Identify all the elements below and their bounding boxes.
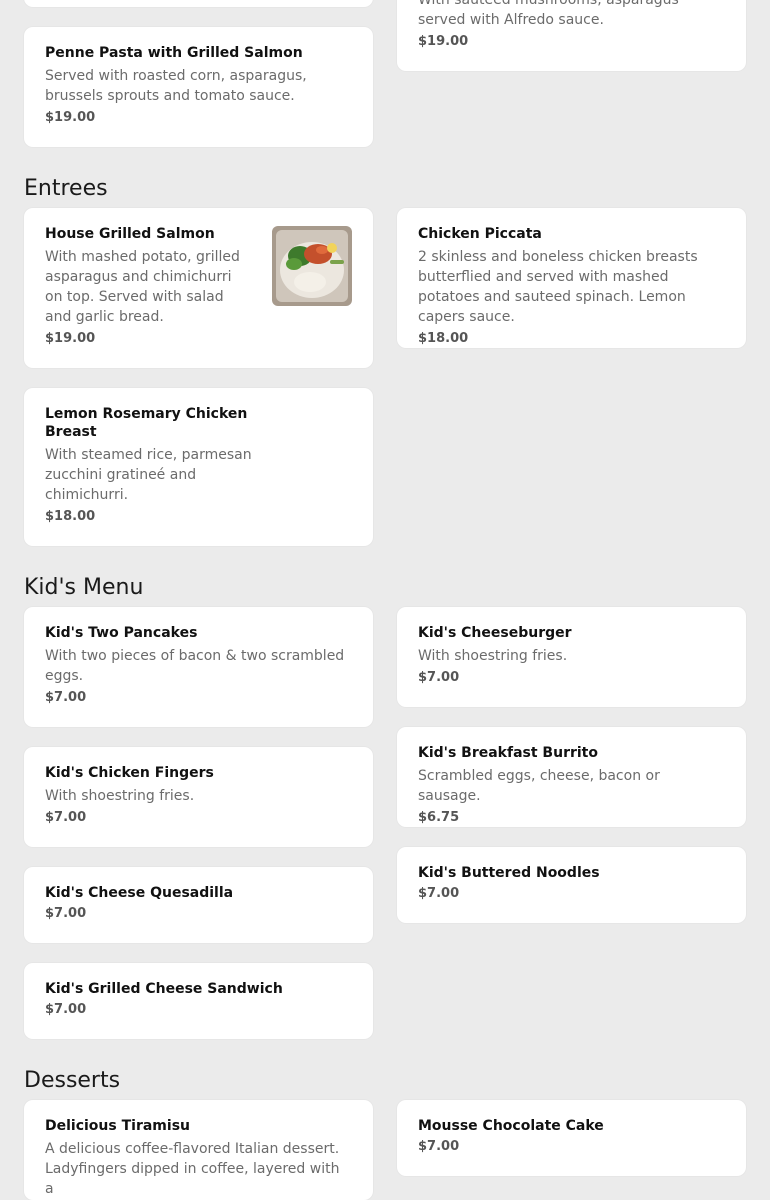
menu-item-name: Delicious Tiramisu — [45, 1118, 190, 1134]
menu-item-description: With steamed rice, parmesan zucchini gra… — [45, 447, 252, 503]
menu-item-price: $7.00 — [418, 886, 460, 901]
menu-item-price: $7.00 — [418, 1139, 460, 1154]
menu-item-name: Kid's Breakfast Burrito — [418, 745, 598, 761]
menu-item-price: $7.00 — [418, 670, 460, 685]
menu-item-description: With shoestring fries. — [45, 788, 195, 804]
menu-item-price: $18.00 — [45, 509, 96, 524]
menu-item-card[interactable]: Mousse Chocolate Cake $7.00 — [397, 1100, 746, 1176]
menu-item-name: Kid's Cheese Quesadilla — [45, 885, 234, 901]
menu-item-card[interactable]: Kid's Cheese Quesadilla $7.00 — [24, 867, 373, 943]
menu-item-price: $7.00 — [45, 1002, 87, 1017]
menu-item-card[interactable]: Kid's Breakfast Burrito Scrambled eggs, … — [397, 727, 746, 827]
menu-item-card[interactable]: Lemon Rosemary Chicken Breast With steam… — [24, 388, 373, 546]
menu-item-name: Penne Pasta with Grilled Salmon — [45, 45, 303, 61]
menu-item-price: $6.75 — [418, 810, 460, 825]
menu-item-description: With mashed potato, grilled asparagus an… — [45, 249, 240, 325]
menu-item-name: Kid's Grilled Cheese Sandwich — [45, 981, 283, 997]
section-heading-kids-menu: Kid's Menu — [24, 575, 144, 600]
menu-item-card[interactable]: Kid's Two Pancakes With two pieces of ba… — [24, 607, 373, 727]
menu-item-description: A delicious coffee-flavored Italian dess… — [45, 1141, 340, 1197]
menu-item-description: With shoestring fries. — [418, 648, 568, 664]
menu-item-price: $19.00 — [418, 34, 469, 49]
menu-item-price: $7.00 — [45, 810, 87, 825]
menu-item-card[interactable]: Kid's Chicken Fingers With shoestring fr… — [24, 747, 373, 847]
menu-item-name: Mousse Chocolate Cake — [418, 1118, 604, 1134]
menu-item-card[interactable]: Chicken Piccata 2 skinless and boneless … — [397, 208, 746, 348]
menu-item-card[interactable]: With sauteed mushrooms, asparagus served… — [397, 0, 746, 71]
menu-item-description: With sauteed mushrooms, asparagus served… — [418, 0, 679, 28]
menu-item-price: $19.00 — [45, 331, 96, 346]
menu-item-price: $19.00 — [45, 110, 96, 125]
menu-item-name: Kid's Chicken Fingers — [45, 765, 214, 781]
menu-item-price: $7.00 — [45, 690, 87, 705]
menu-item-name: Lemon Rosemary Chicken Breast — [45, 406, 248, 440]
menu-item-card[interactable]: Kid's Grilled Cheese Sandwich $7.00 — [24, 963, 373, 1039]
menu-item-description: With two pieces of bacon & two scrambled… — [45, 648, 345, 684]
section-heading-desserts: Desserts — [24, 1068, 121, 1093]
menu-item-name: Kid's Cheeseburger — [418, 625, 572, 641]
salmon-dish-photo[interactable] — [272, 226, 352, 306]
menu-item-card[interactable]: Delicious Tiramisu A delicious coffee-fl… — [24, 1100, 373, 1200]
menu-item-price: $7.00 — [45, 906, 87, 921]
menu-item-card[interactable]: Kid's Cheeseburger With shoestring fries… — [397, 607, 746, 707]
menu-item-description: 2 skinless and boneless chicken breasts … — [418, 249, 698, 325]
menu-item-card[interactable]: Penne Pasta with Grilled Salmon Served w… — [24, 27, 373, 147]
menu-item-name: Kid's Buttered Noodles — [418, 865, 600, 881]
menu-item-name: Kid's Two Pancakes — [45, 625, 198, 641]
menu-item-description: Scrambled eggs, cheese, bacon or sausage… — [418, 768, 660, 804]
menu-item-price: $18.00 — [418, 331, 469, 346]
menu-item-card[interactable]: Kid's Buttered Noodles $7.00 — [397, 847, 746, 923]
menu-item-card[interactable]: House Grilled Salmon With mashed potato,… — [24, 208, 373, 368]
section-heading-entrees: Entrees — [24, 176, 108, 201]
menu-item-name: House Grilled Salmon — [45, 226, 215, 242]
menu-item-name: Chicken Piccata — [418, 226, 542, 242]
menu-item-description: Served with roasted corn, asparagus, bru… — [45, 68, 307, 104]
menu-item-card[interactable] — [24, 0, 373, 7]
